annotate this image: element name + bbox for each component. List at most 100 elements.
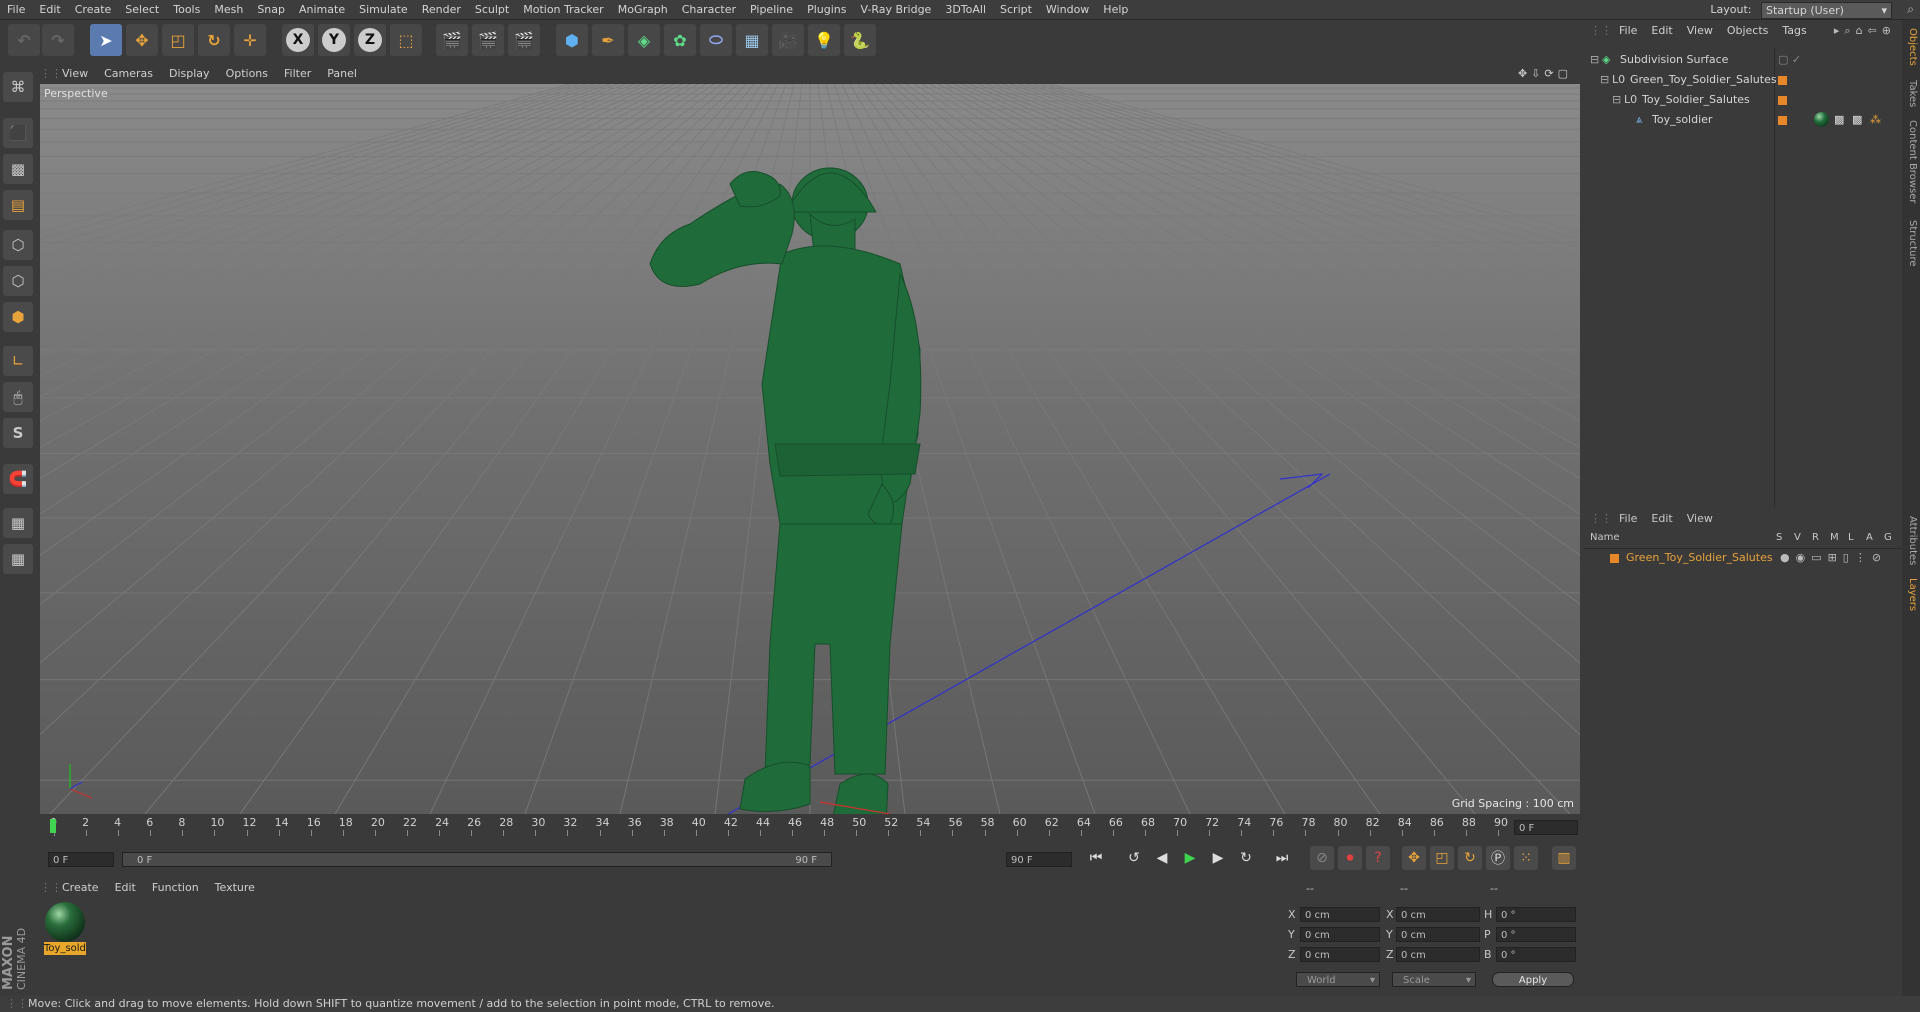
material-menu-edit[interactable]: Edit	[107, 878, 144, 898]
tab-takes[interactable]: Takes	[1904, 80, 1918, 107]
uvw-tag-icon[interactable]: ▩	[1834, 110, 1844, 130]
layer-row[interactable]: Green_Toy_Soldier_Salutes ●◉▭⊞▯⋮⊘	[1584, 548, 1902, 568]
scale-tool-button[interactable]: ◰	[162, 24, 194, 56]
apply-button[interactable]: Apply	[1492, 972, 1574, 987]
menu-character[interactable]: Character	[675, 0, 743, 19]
menu-simulate[interactable]: Simulate	[352, 0, 415, 19]
pos-y-field[interactable]: 0 cm	[1300, 927, 1380, 942]
rot-h-field[interactable]: 0 °	[1496, 907, 1576, 922]
menu-animate[interactable]: Animate	[292, 0, 352, 19]
objects-toolbar-icons[interactable]: ▸⌕⌂⇦⊕	[1834, 20, 1896, 42]
menu-window[interactable]: Window	[1039, 0, 1096, 19]
object-row-subdivision-surface[interactable]: ⊟ ◈ Subdivision Surface ▢ ✓	[1584, 50, 1902, 70]
playhead-marker[interactable]	[50, 819, 56, 833]
edges-mode-button[interactable]: ⬡	[3, 266, 33, 296]
menu-3dtoall[interactable]: 3DToAll	[938, 0, 993, 19]
scale-key-button[interactable]: ◰	[1430, 846, 1454, 870]
model-mode-button[interactable]: ⬛	[3, 118, 33, 148]
object-row-green-toy-soldier-salutes[interactable]: ⊟ L0 Green_Toy_Soldier_Salutes	[1584, 70, 1902, 90]
pos-z-field[interactable]: 0 cm	[1300, 947, 1380, 962]
redo-button[interactable]: ↷	[42, 24, 74, 56]
size-x-field[interactable]: 0 cm	[1396, 907, 1480, 922]
subdivision-button[interactable]: ◈	[628, 24, 660, 56]
lock-workplane-button[interactable]: ▦	[3, 508, 33, 538]
viewport-menu-view[interactable]: View	[54, 64, 96, 84]
menu-sculpt[interactable]: Sculpt	[468, 0, 516, 19]
pos-x-field[interactable]: 0 cm	[1300, 907, 1380, 922]
python-button[interactable]: 🐍	[844, 24, 876, 56]
render-view-button[interactable]: 🎬	[436, 24, 468, 56]
viewport-menu-filter[interactable]: Filter	[276, 64, 319, 84]
point-level-key-button[interactable]: ⁙	[1514, 846, 1538, 870]
previous-key-button[interactable]: ↺	[1122, 846, 1146, 870]
position-key-button[interactable]: ✥	[1402, 846, 1426, 870]
tab-attributes[interactable]: Attributes	[1904, 516, 1918, 565]
timeline-ruler[interactable]: 0246810121416182022242628303234363840424…	[40, 816, 1580, 840]
menu-pipeline[interactable]: Pipeline	[743, 0, 800, 19]
deformer-button[interactable]: ⬭	[700, 24, 732, 56]
render-picture-viewer-button[interactable]: 🎬	[472, 24, 504, 56]
material-swatch[interactable]: Toy_sold	[44, 902, 86, 958]
size-z-field[interactable]: 0 cm	[1396, 947, 1480, 962]
record-keys-button[interactable]: ⊘	[1310, 846, 1334, 870]
axis-mode-button[interactable]: ∟	[3, 346, 33, 376]
menu-tools[interactable]: Tools	[166, 0, 207, 19]
viewport-menu-options[interactable]: Options	[218, 64, 276, 84]
rotation-key-button[interactable]: ↻	[1458, 846, 1482, 870]
viewport-menu-cameras[interactable]: Cameras	[96, 64, 161, 84]
make-editable-button[interactable]: ⌘	[3, 72, 33, 102]
pen-spline-button[interactable]: ✒	[592, 24, 624, 56]
object-row-toy-soldier-salutes[interactable]: ⊟ L0 Toy_Soldier_Salutes	[1584, 90, 1902, 110]
menu-create[interactable]: Create	[68, 0, 119, 19]
cube-button[interactable]: ⬢	[556, 24, 588, 56]
timeline-window-button[interactable]: ▥	[1552, 846, 1576, 870]
objects-menu-view[interactable]: View	[1680, 20, 1720, 42]
phong-tag-icon[interactable]: ⁂	[1870, 110, 1881, 130]
menu-mesh[interactable]: Mesh	[207, 0, 250, 19]
menu-mograph[interactable]: MoGraph	[611, 0, 675, 19]
object-row-toy-soldier[interactable]: ⩓ Toy_soldier ▩ ▩ ⁂	[1584, 110, 1902, 130]
menu-vray-bridge[interactable]: V-Ray Bridge	[853, 0, 938, 19]
objects-menu-edit[interactable]: Edit	[1644, 20, 1679, 42]
tab-objects[interactable]: Objects	[1904, 28, 1918, 66]
layout-dropdown[interactable]: Startup (User) ▾	[1761, 1, 1892, 19]
size-mode-dropdown[interactable]: Scale ▾	[1392, 972, 1476, 987]
rot-p-field[interactable]: 0 °	[1496, 927, 1576, 942]
previous-frame-button[interactable]: ◀	[1150, 846, 1174, 870]
next-frame-button[interactable]: ▶	[1206, 846, 1230, 870]
workplane-mode-button[interactable]: ▤	[3, 190, 33, 220]
objects-menu-tags[interactable]: Tags	[1775, 20, 1813, 42]
tab-layers[interactable]: Layers	[1904, 578, 1918, 611]
texture-mode-button[interactable]: ▩	[3, 154, 33, 184]
end-frame-field[interactable]: 90 F	[1006, 852, 1072, 867]
x-axis-button[interactable]: X	[282, 24, 314, 56]
menu-help[interactable]: Help	[1096, 0, 1135, 19]
viewport-menu-panel[interactable]: Panel	[319, 64, 365, 84]
tab-content-browser[interactable]: Content Browser	[1904, 120, 1918, 203]
objects-menu-objects[interactable]: Objects	[1720, 20, 1776, 42]
layers-menu-edit[interactable]: Edit	[1644, 512, 1679, 525]
z-axis-button[interactable]: Z	[354, 24, 386, 56]
next-key-button[interactable]: ↻	[1234, 846, 1258, 870]
play-button[interactable]: ▶	[1178, 846, 1202, 870]
menu-edit[interactable]: Edit	[32, 0, 67, 19]
viewport-menu-display[interactable]: Display	[161, 64, 218, 84]
menu-motion-tracker[interactable]: Motion Tracker	[516, 0, 610, 19]
3d-viewport[interactable]: Perspective Grid Spacing : 100 cm	[40, 84, 1580, 814]
start-frame-field[interactable]: 0 F	[48, 852, 114, 867]
objects-menu-file[interactable]: File	[1612, 20, 1644, 42]
coord-system-dropdown[interactable]: World ▾	[1296, 972, 1380, 987]
menu-script[interactable]: Script	[993, 0, 1039, 19]
magnet-button[interactable]: 🧲	[3, 464, 33, 494]
autokey-button[interactable]: ⏺	[1338, 846, 1362, 870]
current-frame-field[interactable]: 0 F	[1514, 820, 1578, 835]
recent-tool-button[interactable]: ✛	[234, 24, 266, 56]
menu-render[interactable]: Render	[415, 0, 468, 19]
texture-tag-icon[interactable]: ▩	[1852, 110, 1862, 130]
menu-plugins[interactable]: Plugins	[800, 0, 853, 19]
go-to-end-button[interactable]: ⏭	[1270, 846, 1294, 870]
live-selection-button[interactable]: ➤	[90, 24, 122, 56]
tab-structure[interactable]: Structure	[1904, 220, 1918, 267]
search-icon[interactable]: ⌕	[1907, 2, 1914, 17]
render-settings-button[interactable]: 🎬	[508, 24, 540, 56]
